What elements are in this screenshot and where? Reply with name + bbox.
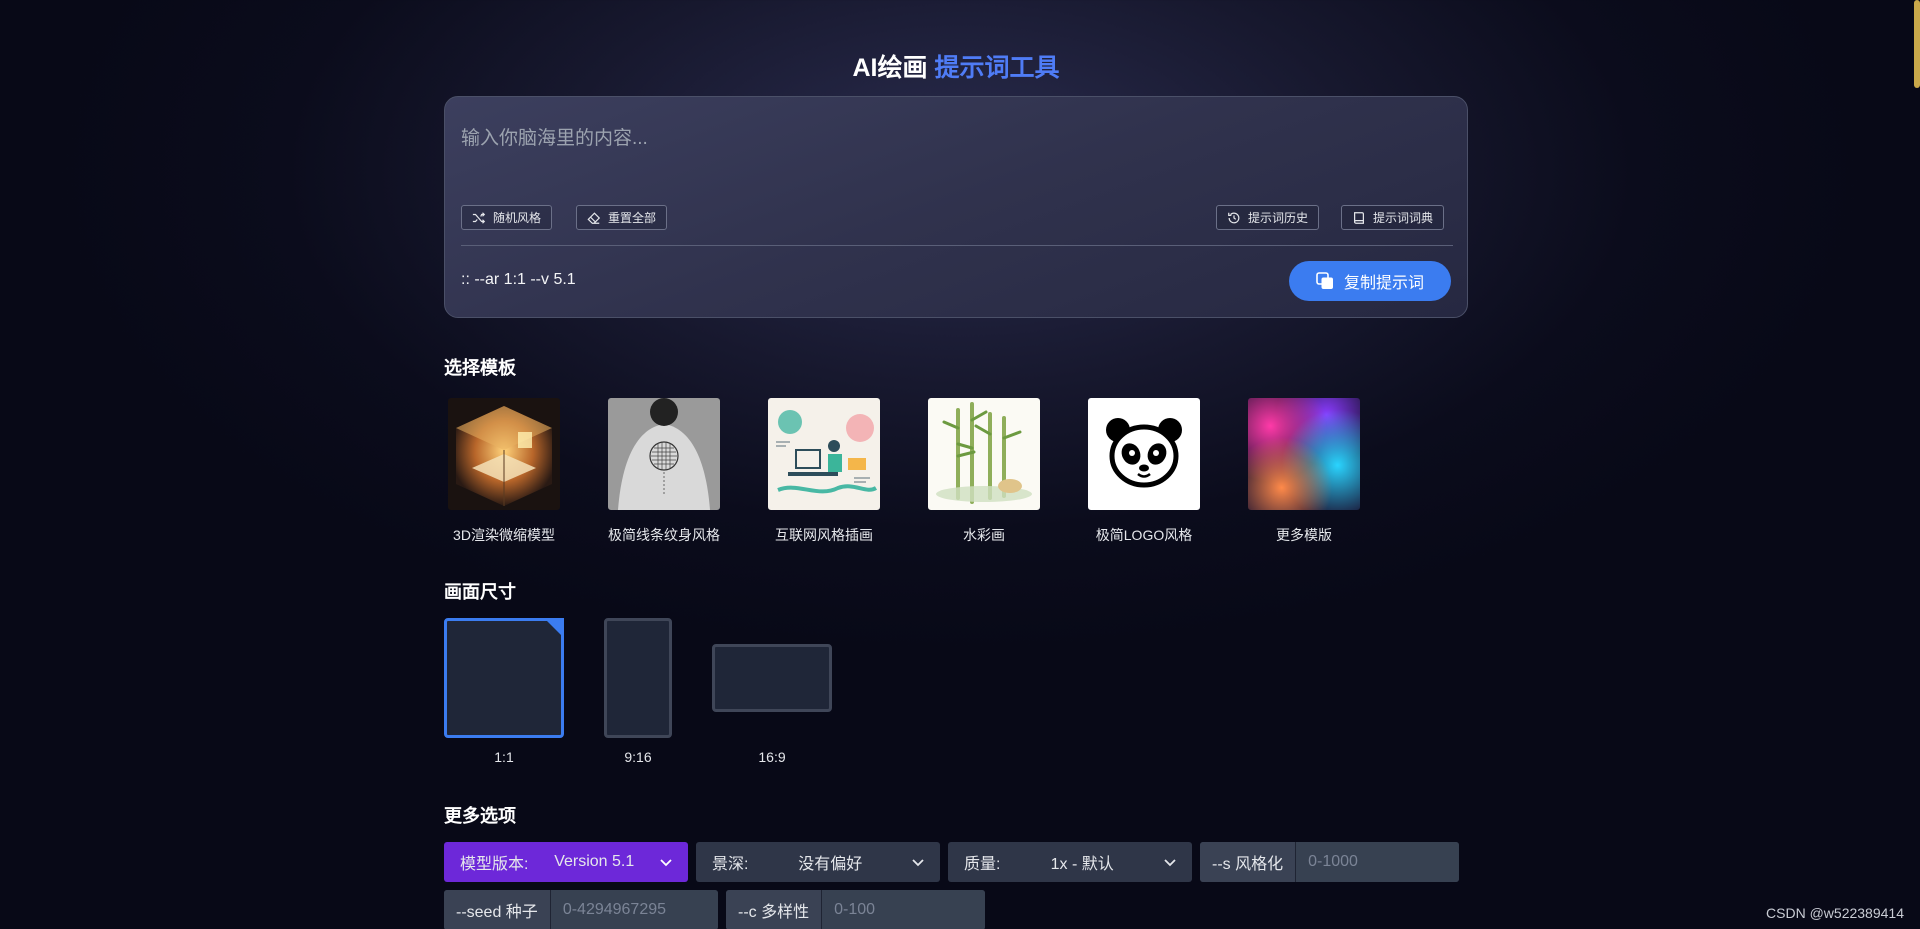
stylize-input[interactable] [1296, 842, 1459, 882]
history-button[interactable]: 提示词历史 [1216, 205, 1320, 230]
options-title: 更多选项 [444, 806, 516, 826]
seed-field: --seed 种子 [444, 890, 718, 929]
size-label: 1:1 [494, 749, 514, 765]
template-item[interactable]: 3D渲染微缩模型 [448, 398, 560, 545]
back-tattoo-thumbnail [608, 398, 720, 510]
depth-value: 没有偏好 [798, 856, 863, 873]
template-label: 3D渲染微缩模型 [453, 527, 555, 543]
template-label: 极简LOGO风格 [1095, 527, 1193, 543]
copy-prompt-button[interactable]: 复制提示词 [1289, 261, 1451, 301]
prompt-divider [461, 245, 1453, 246]
shuffle-icon [472, 211, 486, 224]
dictionary-button[interactable]: 提示词词典 [1341, 205, 1445, 230]
chaos-input[interactable] [822, 890, 985, 929]
quality-value: 1x - 默认 [1050, 856, 1114, 873]
dictionary-label: 提示词词典 [1373, 211, 1434, 225]
quality-select[interactable]: 质量: 1x - 默认 [948, 842, 1192, 882]
template-item[interactable]: 极简LOGO风格 [1088, 398, 1200, 545]
model-version-value: Version 5.1 [554, 853, 635, 870]
chaos-label: --c 多样性 [726, 890, 823, 929]
history-label: 提示词历史 [1248, 211, 1309, 225]
model-version-select[interactable]: 模型版本: Version 5.1 [444, 842, 688, 882]
random-style-label: 随机风格 [493, 211, 542, 225]
book-icon [1354, 211, 1364, 224]
template-label: 极简线条纹身风格 [608, 527, 720, 543]
page-title: AI绘画 提示词工具 [444, 48, 1468, 84]
copy-icon [1316, 272, 1333, 289]
csdn-watermark: CSDN @w522389414 [1766, 905, 1904, 921]
selected-corner-marker [544, 618, 564, 638]
seed-input[interactable] [550, 890, 718, 929]
template-item[interactable]: 极简线条纹身风格 [608, 398, 720, 545]
title-accent: 提示词工具 [934, 54, 1060, 82]
chevron-down-icon [660, 859, 672, 867]
isometric-room-thumbnail [448, 398, 560, 510]
sizes-title: 画面尺寸 [444, 582, 516, 602]
model-version-label: 模型版本: [460, 856, 529, 873]
stylize-field: --s 风格化 [1200, 842, 1459, 882]
size-label: 9:16 [624, 749, 652, 765]
template-item[interactable]: 互联网风格插画 [768, 398, 880, 545]
template-label: 水彩画 [963, 527, 1005, 543]
color-gradient-thumbnail [1248, 398, 1360, 510]
prompt-input[interactable] [461, 117, 1441, 161]
title-prefix: AI绘画 [852, 54, 928, 82]
prompt-output: :: --ar 1:1 --v 5.1 [461, 271, 576, 288]
history-icon [1228, 212, 1240, 223]
templates-title: 选择模板 [444, 358, 516, 378]
template-label: 更多模版 [1276, 527, 1332, 543]
size-option-9-16[interactable] [604, 618, 672, 738]
bamboo-watercolor-thumbnail [928, 398, 1040, 510]
prompt-panel: 随机风格 重置全部 提示词历史 提示词词典 :: --ar 1:1 --v 5.… [444, 96, 1468, 318]
size-option-1-1[interactable] [444, 618, 564, 738]
scrollbar-thumb[interactable] [1914, 0, 1920, 88]
seed-label: --seed 种子 [444, 890, 551, 929]
copy-prompt-label: 复制提示词 [1343, 275, 1424, 292]
template-item[interactable]: 更多模版 [1248, 398, 1360, 545]
random-style-button[interactable]: 随机风格 [461, 205, 553, 230]
tech-illustration-thumbnail [768, 398, 880, 510]
eraser-icon [587, 211, 601, 224]
template-item[interactable]: 水彩画 [928, 398, 1040, 545]
template-label: 互联网风格插画 [775, 527, 873, 543]
depth-label: 景深: [712, 856, 749, 873]
reset-all-label: 重置全部 [608, 211, 657, 225]
chevron-down-icon [912, 859, 924, 867]
depth-select[interactable]: 景深: 没有偏好 [696, 842, 940, 882]
chaos-field: --c 多样性 [726, 890, 985, 929]
chevron-down-icon [1164, 859, 1176, 867]
panda-logo-thumbnail [1088, 398, 1200, 510]
quality-label: 质量: [964, 856, 1001, 873]
size-label: 16:9 [758, 749, 786, 765]
reset-all-button[interactable]: 重置全部 [576, 205, 668, 230]
stylize-label: --s 风格化 [1200, 842, 1297, 882]
size-option-16-9[interactable] [712, 644, 832, 712]
